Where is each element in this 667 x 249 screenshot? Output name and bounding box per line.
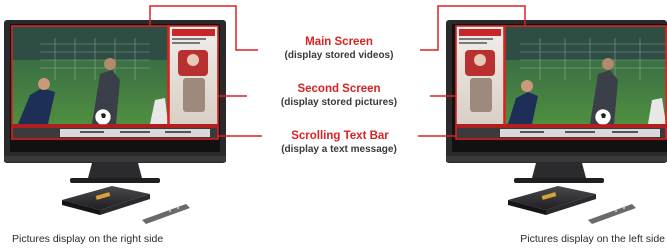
remote-control-icon bbox=[588, 204, 636, 224]
scrolling-text-bar-subtitle: (display a text message) bbox=[281, 144, 397, 155]
second-screen-subtitle: (display stored pictures) bbox=[280, 97, 398, 108]
tv-right-second-screen bbox=[456, 26, 504, 124]
soccer-ball-icon bbox=[94, 108, 112, 126]
tv-right bbox=[446, 20, 667, 183]
tv-left-scrolling-text-bar bbox=[12, 128, 218, 138]
tv-left-second-screen bbox=[169, 26, 218, 124]
media-player-box-icon bbox=[508, 186, 596, 215]
caption-left: Pictures display on the right side bbox=[12, 233, 164, 245]
main-screen-title: Main Screen bbox=[305, 36, 373, 48]
tv-left-main-screen bbox=[12, 26, 168, 124]
scrolling-text-bar-title: Scrolling Text Bar bbox=[291, 130, 389, 142]
media-player-box-icon bbox=[62, 186, 150, 215]
caption-right: Pictures display on the left side bbox=[520, 233, 665, 245]
tv-right-main-screen bbox=[505, 26, 667, 124]
tv-left bbox=[4, 20, 226, 183]
soccer-ball-icon bbox=[594, 108, 612, 126]
second-screen-title: Second Screen bbox=[297, 83, 381, 95]
remote-control-icon bbox=[142, 204, 190, 224]
tv-right-scrolling-text-bar bbox=[456, 128, 667, 138]
main-screen-subtitle: (display stored videos) bbox=[284, 50, 394, 61]
